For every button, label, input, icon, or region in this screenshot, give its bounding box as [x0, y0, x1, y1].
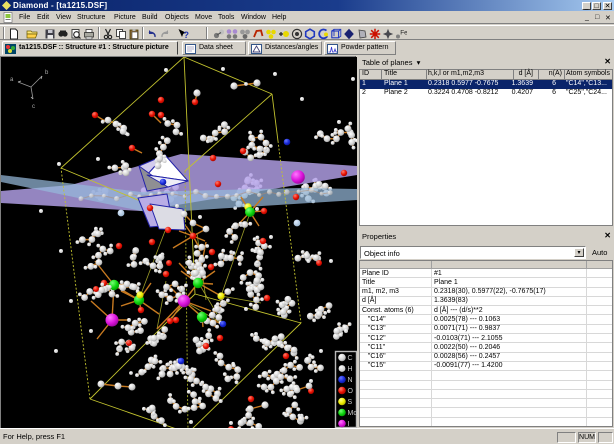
svg-text:I: I [348, 421, 350, 428]
svg-text:O: O [348, 388, 354, 395]
svg-text:b: b [45, 70, 49, 76]
svg-text:Fe: Fe [400, 30, 407, 37]
svg-text:a: a [10, 77, 14, 83]
svg-text:S: S [348, 399, 353, 406]
svg-text:N: N [348, 377, 353, 384]
svg-text:H: H [348, 366, 353, 373]
svg-text:C: C [348, 355, 353, 362]
svg-text:c: c [32, 104, 35, 110]
svg-text:?: ? [184, 30, 190, 40]
svg-text:Mo: Mo [348, 410, 358, 417]
